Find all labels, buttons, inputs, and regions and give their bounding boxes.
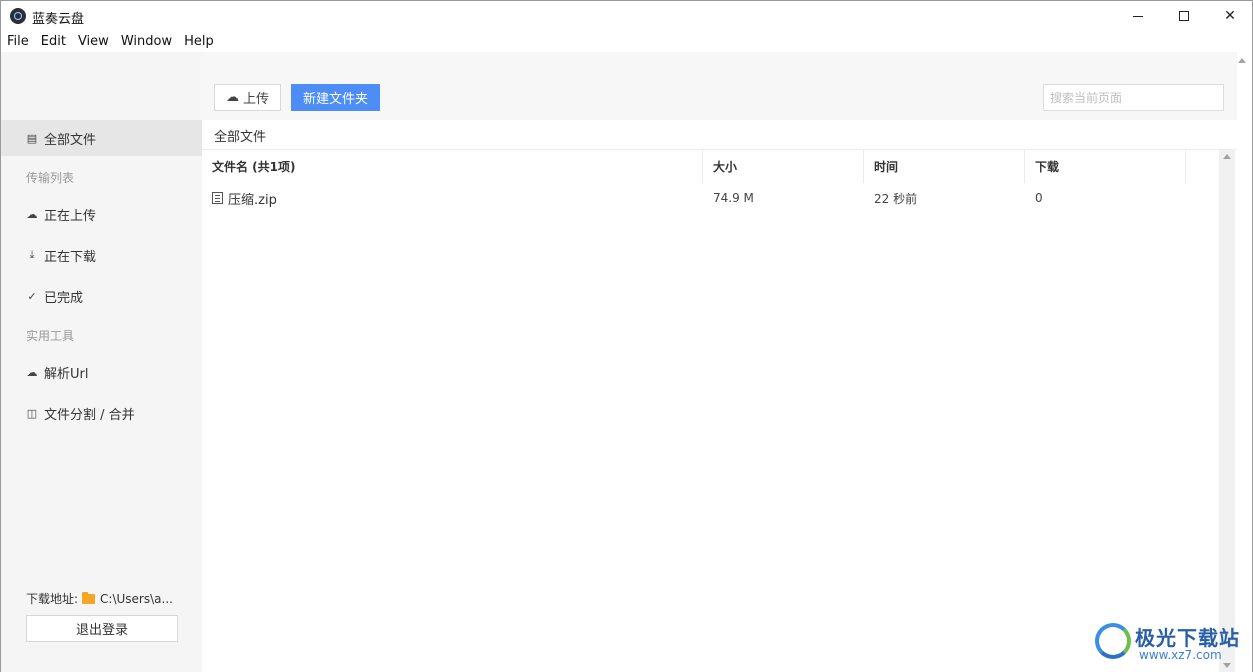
menu-window[interactable]: Window — [115, 32, 178, 52]
split-icon: ◫ — [26, 406, 38, 420]
menu-help[interactable]: Help — [178, 32, 220, 52]
logout-button[interactable]: 退出登录 — [26, 615, 178, 642]
toolbar: ☁ 上传 新建文件夹 — [202, 52, 1237, 120]
close-button[interactable]: ✕ — [1207, 1, 1253, 31]
watermark-logo-icon — [1095, 623, 1131, 659]
column-header-name[interactable]: 文件名 (共1项) — [202, 150, 703, 183]
table-row[interactable]: 压缩.zip 74.9 M 22 秒前 0 — [202, 183, 1219, 213]
watermark: 极光下载站 www.xz7.com — [1095, 621, 1247, 665]
sidebar-item-downloading[interactable]: ⤓ 正在下载 — [1, 237, 202, 273]
menu-file[interactable]: File — [1, 32, 35, 52]
download-icon: ⤓ — [29, 248, 35, 261]
menu-edit[interactable]: Edit — [35, 32, 72, 52]
sidebar-item-parse-url[interactable]: ☁ 解析Url — [1, 354, 202, 390]
scroll-up-icon[interactable] — [1223, 154, 1231, 159]
sidebar-item-label: 正在上传 — [44, 208, 97, 224]
sidebar-item-label: 全部文件 — [44, 132, 97, 148]
file-icon: ▤ — [26, 131, 38, 145]
file-name: 压缩.zip — [228, 192, 277, 208]
transfer-heading: 传输列表 — [26, 171, 75, 185]
sidebar-item-all-files[interactable]: ▤ 全部文件 — [1, 120, 202, 156]
app-logo-icon — [10, 8, 26, 24]
cloud-icon: ☁ — [26, 365, 38, 379]
cloud-upload-icon: ☁ — [225, 90, 239, 105]
check-circle-icon: ✓ — [27, 289, 37, 303]
main-panel: ☁ 上传 新建文件夹 全部文件 文件名 (共1项) 大小 时间 下载 压缩.zi… — [202, 52, 1252, 672]
sidebar-item-label: 文件分割 / 合并 — [44, 407, 135, 423]
sidebar-item-label: 已完成 — [44, 290, 84, 306]
sidebar-item-completed[interactable]: ✓ 已完成 — [1, 278, 202, 314]
close-icon: ✕ — [1224, 8, 1236, 24]
maximize-icon — [1179, 11, 1189, 21]
upload-button[interactable]: ☁ 上传 — [214, 84, 281, 111]
file-icon — [212, 192, 223, 204]
file-name-cell[interactable]: 压缩.zip — [202, 183, 703, 213]
menu-bar: File Edit View Window Help — [1, 32, 220, 52]
file-time: 22 秒前 — [874, 191, 918, 206]
download-path-value[interactable]: C:\Users\a... — [100, 592, 173, 606]
tools-heading: 实用工具 — [26, 329, 75, 343]
minimize-icon — [1133, 15, 1143, 17]
sidebar-item-label: 正在下载 — [44, 249, 97, 265]
new-folder-button[interactable]: 新建文件夹 — [291, 84, 380, 111]
app-window: 蓝奏云盘 ✕ File Edit View Window Help ▤ 全部文件… — [0, 0, 1253, 672]
title-bar: 蓝奏云盘 ✕ — [1, 1, 1252, 31]
table-header: 文件名 (共1项) 大小 时间 下载 — [202, 150, 1219, 183]
sidebar-item-uploading[interactable]: ☁ 正在上传 — [1, 196, 202, 232]
column-header-size[interactable]: 大小 — [703, 150, 864, 183]
upload-button-label: 上传 — [242, 92, 269, 107]
download-path: 下载地址: C:\Users\a... — [26, 590, 173, 607]
menu-view[interactable]: View — [72, 32, 115, 52]
minimize-button[interactable] — [1115, 1, 1161, 31]
watermark-text: 极光下载站 — [1135, 626, 1240, 650]
file-downloads: 0 — [1035, 191, 1043, 205]
file-size: 74.9 M — [713, 191, 754, 205]
watermark-url: www.xz7.com — [1139, 648, 1222, 662]
window-title: 蓝奏云盘 — [32, 12, 85, 27]
maximize-button[interactable] — [1161, 1, 1207, 31]
column-header-time[interactable]: 时间 — [864, 150, 1025, 183]
sidebar-item-label: 解析Url — [44, 366, 89, 382]
scroll-up-icon[interactable] — [1238, 58, 1246, 63]
download-path-label: 下载地址: — [26, 592, 79, 606]
breadcrumb[interactable]: 全部文件 — [214, 126, 266, 145]
sidebar: ▤ 全部文件 传输列表 ☁ 正在上传 ⤓ 正在下载 ✓ 已完成 实用工具 ☁ 解… — [1, 52, 202, 672]
cloud-upload-icon: ☁ — [26, 207, 38, 221]
vertical-scrollbar[interactable] — [1219, 150, 1235, 672]
sidebar-item-split-merge[interactable]: ◫ 文件分割 / 合并 — [1, 395, 202, 431]
folder-icon — [82, 591, 96, 604]
search-input[interactable] — [1043, 84, 1224, 111]
column-header-downloads[interactable]: 下载 — [1025, 150, 1186, 183]
